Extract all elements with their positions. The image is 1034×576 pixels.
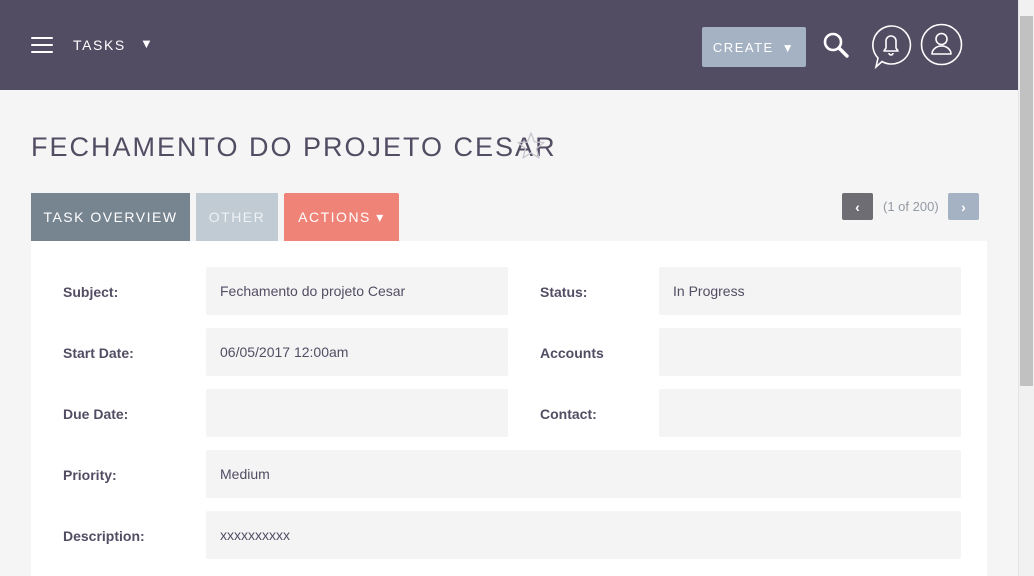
pagination-count: (1 of 200) [883, 199, 939, 214]
status-label: Status: [540, 284, 588, 300]
contact-field[interactable] [659, 389, 961, 437]
accounts-label: Accounts [540, 345, 604, 361]
start-date-field[interactable]: 06/05/2017 12:00am [206, 328, 508, 376]
create-button[interactable]: CREATE ▼ [702, 27, 806, 67]
due-date-field[interactable] [206, 389, 508, 437]
user-icon[interactable] [920, 23, 963, 66]
search-icon[interactable] [822, 31, 850, 59]
subject-field[interactable]: Fechamento do projeto Cesar [206, 267, 508, 315]
priority-label: Priority: [63, 467, 117, 483]
detail-panel: Subject: Fechamento do projeto Cesar Sta… [31, 241, 987, 576]
page-scrollbar[interactable] [1018, 0, 1034, 576]
page-title: FECHAMENTO DO PROJETO CESAR [31, 132, 557, 162]
scrollbar-thumb[interactable] [1020, 16, 1033, 386]
create-dropdown-caret: ▼ [781, 41, 796, 55]
description-field[interactable]: xxxxxxxxxx [206, 511, 961, 559]
description-label: Description: [63, 528, 145, 544]
accounts-field[interactable] [659, 328, 961, 376]
create-button-label: CREATE [712, 39, 774, 55]
bell-icon[interactable] [870, 24, 912, 70]
subject-label: Subject: [63, 284, 119, 300]
tab-actions[interactable]: ACTIONS ▾ [284, 193, 399, 241]
top-navigation-bar: TASKS ▼ CREATE ▼ [0, 0, 1018, 90]
module-dropdown-caret[interactable]: ▼ [140, 36, 153, 51]
menu-icon[interactable] [31, 37, 53, 53]
contact-label: Contact: [540, 406, 597, 422]
start-date-label: Start Date: [63, 345, 134, 361]
priority-field[interactable]: Medium [206, 450, 961, 498]
module-name[interactable]: TASKS [73, 37, 126, 53]
due-date-label: Due Date: [63, 406, 129, 422]
favorite-star-icon[interactable] [516, 131, 546, 161]
tab-task-overview[interactable]: TASK OVERVIEW [31, 193, 190, 241]
status-field[interactable]: In Progress [659, 267, 961, 315]
previous-record-button[interactable]: ‹ [842, 193, 873, 220]
tab-other[interactable]: OTHER [196, 193, 278, 241]
next-record-button[interactable]: › [948, 193, 979, 220]
